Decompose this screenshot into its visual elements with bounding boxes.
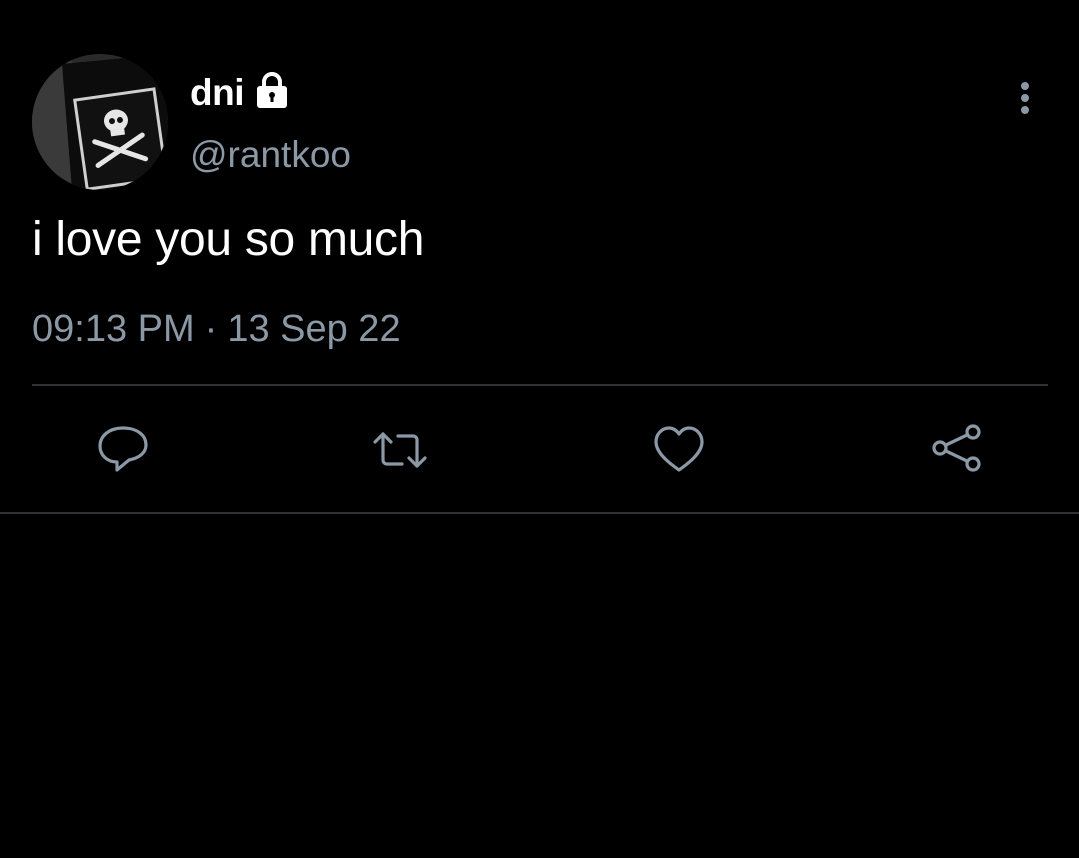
- skull-patch-icon: [32, 54, 168, 190]
- tweet-date[interactable]: 13 Sep 22: [227, 308, 400, 351]
- action-bar: [0, 386, 1079, 512]
- heart-icon: [654, 426, 704, 472]
- like-button[interactable]: [651, 422, 707, 478]
- retweet-icon: [373, 432, 427, 468]
- timestamp-separator: ·: [204, 308, 218, 350]
- timestamp: 09:13 PM · 13 Sep 22: [32, 308, 401, 351]
- reply-button[interactable]: [95, 422, 151, 478]
- tweet-text: i love you so much: [32, 213, 425, 266]
- user-handle[interactable]: @rantkoo: [190, 134, 351, 176]
- share-button[interactable]: [929, 422, 985, 478]
- display-name-row: dni: [190, 70, 292, 116]
- display-name[interactable]: dni: [190, 72, 244, 114]
- divider-bottom: [0, 512, 1079, 514]
- more-options-button[interactable]: [1006, 78, 1044, 118]
- reply-icon: [98, 426, 148, 472]
- tweet-card: dni @rantkoo i love you so much 09:13 PM…: [0, 0, 1079, 514]
- lock-icon: [252, 70, 292, 110]
- avatar[interactable]: [32, 54, 168, 190]
- retweet-button[interactable]: [372, 422, 428, 478]
- more-vertical-icon: [1021, 82, 1029, 114]
- tweet-time[interactable]: 09:13 PM: [32, 308, 195, 351]
- share-icon: [932, 424, 981, 472]
